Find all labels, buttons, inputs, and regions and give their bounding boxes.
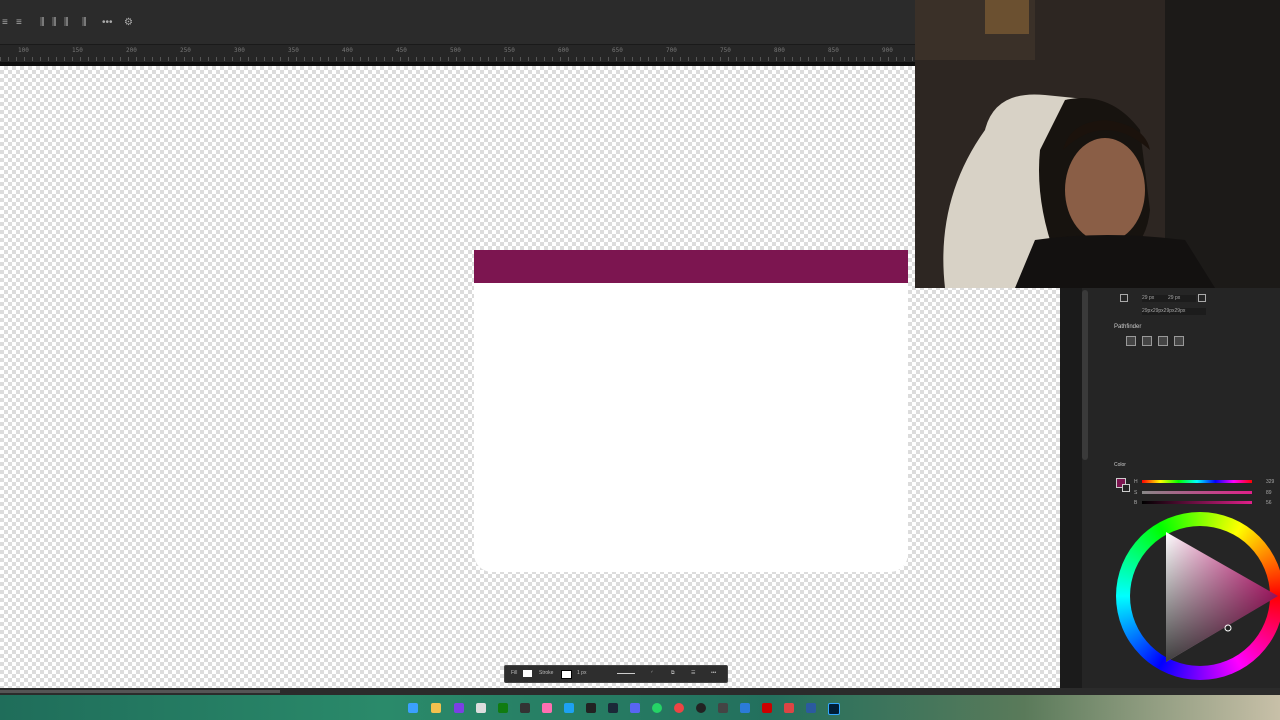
floating-toolbar: Fill Stroke 1 px ◜ ⧉ ☰ •••	[504, 665, 728, 683]
webcam-image	[915, 0, 1280, 288]
ruler-label: 450	[396, 47, 407, 54]
exclude-button[interactable]	[1174, 336, 1184, 346]
saturation-slider[interactable]	[1142, 491, 1252, 494]
constrain-icon[interactable]	[1198, 294, 1206, 302]
corner-radius-value: 29px29px29px29px	[1142, 308, 1186, 314]
ruler-label: 250	[180, 47, 191, 54]
more-icon[interactable]: •••	[711, 670, 716, 676]
app-icon[interactable]	[564, 703, 574, 713]
webcam-overlay	[915, 0, 1280, 288]
adjust-icon[interactable]: ☰	[691, 670, 695, 676]
ruler-label: 550	[504, 47, 515, 54]
height-value: 29 px	[1168, 295, 1181, 301]
minus-front-button[interactable]	[1142, 336, 1152, 346]
discord-icon[interactable]	[630, 703, 640, 713]
app-icon[interactable]	[454, 703, 464, 713]
app-icon[interactable]	[542, 703, 552, 713]
app-icon[interactable]	[806, 703, 816, 713]
app-icon[interactable]	[762, 703, 772, 713]
brightness-value: 56	[1266, 500, 1272, 506]
fill-swatch-toolbar[interactable]	[523, 670, 532, 677]
stroke-style-icon[interactable]	[617, 673, 635, 674]
chrome-icon[interactable]	[674, 703, 684, 713]
copy-icon[interactable]: ⧉	[671, 670, 675, 676]
fill-label: Fill	[511, 670, 518, 676]
brightness-slider[interactable]	[1142, 501, 1252, 504]
corner-radius-field[interactable]: 29px29px29px29px	[1142, 308, 1206, 315]
color-wheel[interactable]	[1116, 512, 1280, 680]
width-field[interactable]: 29 px	[1142, 295, 1168, 302]
corner-link-icon[interactable]	[1120, 294, 1128, 302]
gear-icon[interactable]: ⚙	[124, 17, 133, 28]
align-center-icon[interactable]: ≡	[16, 17, 22, 28]
saturation-label: S	[1134, 490, 1138, 496]
artboard-canvas[interactable]	[0, 66, 1060, 688]
app-icon[interactable]	[476, 703, 486, 713]
ruler-label: 150	[72, 47, 83, 54]
hue-value: 329	[1266, 479, 1275, 485]
panel-gutter	[1060, 288, 1082, 688]
ruler-label: 800	[774, 47, 785, 54]
hue-label: H	[1134, 479, 1138, 485]
app-icon[interactable]	[520, 703, 530, 713]
ruler-label: 500	[450, 47, 461, 54]
app-icon[interactable]	[740, 703, 750, 713]
windows-taskbar	[0, 695, 1280, 720]
align-left-icon[interactable]: ≡	[2, 17, 8, 28]
brightness-label: B	[1134, 500, 1138, 506]
distribute-icon[interactable]: ⫼	[40, 17, 45, 28]
ruler-label: 750	[720, 47, 731, 54]
distribute-icon[interactable]: ⫼	[64, 17, 69, 28]
stroke-label: Stroke	[539, 670, 554, 676]
ruler-label: 600	[558, 47, 569, 54]
height-field[interactable]: 29 px	[1168, 295, 1196, 302]
horizontal-ruler: 100 150 200 250 300 350 400 450 500 550 …	[0, 44, 915, 63]
photoshop-icon[interactable]	[828, 703, 840, 715]
saturation-triangle[interactable]	[1116, 512, 1280, 680]
app-icon[interactable]	[696, 703, 706, 713]
app-icon[interactable]	[718, 703, 728, 713]
rounded-rectangle-shape[interactable]	[474, 250, 908, 572]
saturation-value: 89	[1266, 490, 1272, 496]
distribute-icon[interactable]: ⫼	[82, 17, 87, 28]
hue-slider[interactable]	[1142, 480, 1252, 483]
corner-icon[interactable]: ◜	[651, 670, 653, 676]
distribute-icon[interactable]: ⫼	[52, 17, 57, 28]
stroke-width[interactable]: 1 px	[577, 670, 586, 676]
file-explorer-icon[interactable]	[431, 703, 441, 713]
horizontal-scrollbar[interactable]	[0, 690, 280, 693]
pathfinder-title: Pathfinder	[1114, 324, 1142, 330]
whatsapp-icon[interactable]	[652, 703, 662, 713]
stroke-swatch-toolbar[interactable]	[561, 670, 572, 679]
ruler-label: 300	[234, 47, 245, 54]
unite-button[interactable]	[1126, 336, 1136, 346]
ruler-label: 350	[288, 47, 299, 54]
status-bar	[0, 688, 1280, 695]
stroke-swatch[interactable]	[1122, 484, 1130, 492]
panel-scrollbar[interactable]	[1082, 290, 1088, 460]
app-icon[interactable]	[784, 703, 794, 713]
intersect-button[interactable]	[1158, 336, 1168, 346]
color-panel-title: Color	[1114, 462, 1126, 468]
app-icon[interactable]	[586, 703, 596, 713]
ruler-label: 650	[612, 47, 623, 54]
windows-icon[interactable]	[408, 703, 418, 713]
ruler-label: 400	[342, 47, 353, 54]
ruler-label: 100	[18, 47, 29, 54]
width-value: 29 px	[1142, 295, 1155, 301]
more-icon[interactable]: •••	[102, 17, 113, 28]
options-bar: ≡ ≡ ⫼ ⫼ ⫼ ⫼ ••• ⚙	[0, 0, 915, 44]
ruler-label: 700	[666, 47, 677, 54]
xbox-icon[interactable]	[498, 703, 508, 713]
ruler-label: 200	[126, 47, 137, 54]
ruler-label: 850	[828, 47, 839, 54]
ruler-label: 900	[882, 47, 893, 54]
steam-icon[interactable]	[608, 703, 618, 713]
card-header-bar[interactable]	[474, 250, 908, 283]
